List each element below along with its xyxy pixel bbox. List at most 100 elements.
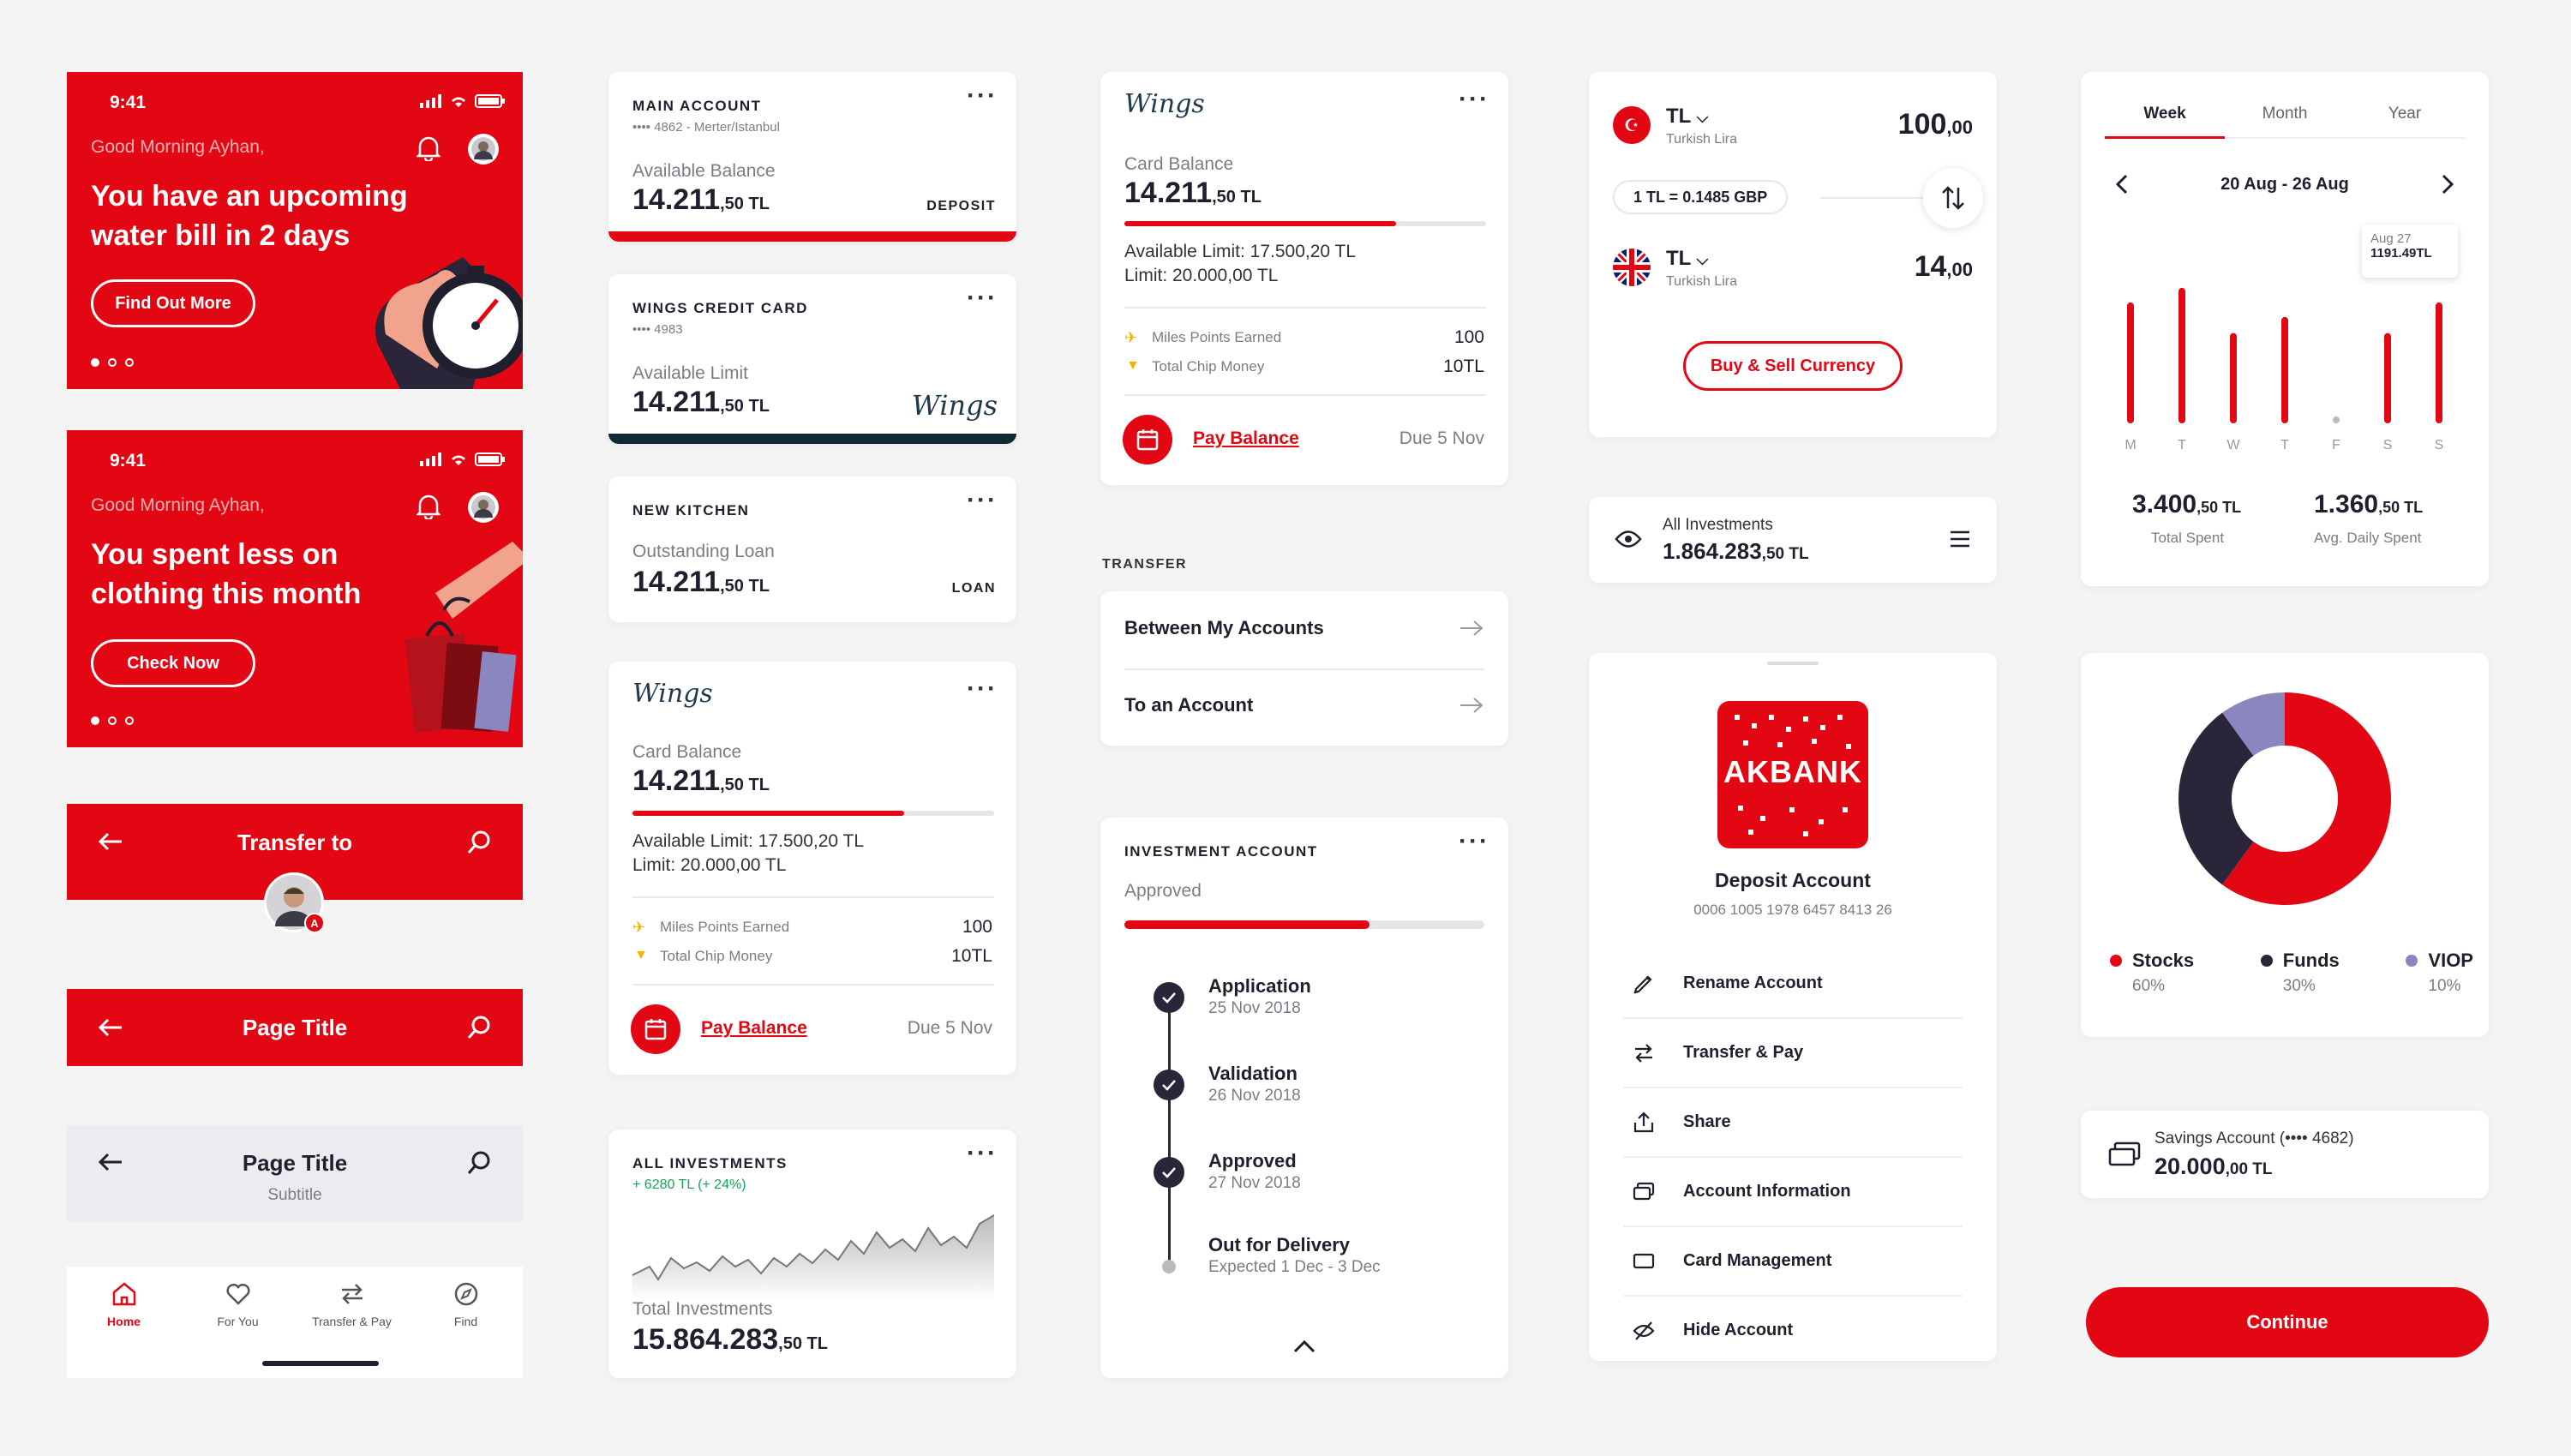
hamburger-menu-icon[interactable] xyxy=(1949,530,1971,548)
chip-value: 10TL xyxy=(951,946,992,966)
legend-pct: 60% xyxy=(2132,977,2166,995)
menu-item-card-management[interactable]: Card Management xyxy=(1623,1227,1963,1297)
menu-item-account-information[interactable]: Account Information xyxy=(1623,1158,1963,1227)
search-icon[interactable] xyxy=(466,1150,492,1176)
heart-icon xyxy=(181,1280,295,1308)
cards-icon xyxy=(1633,1182,1655,1201)
sheet-handle[interactable] xyxy=(1767,662,1819,665)
avg-spent-label: Avg. Daily Spent xyxy=(2314,530,2422,546)
find-out-more-button[interactable]: Find Out More xyxy=(91,279,255,327)
page-subtitle: Subtitle xyxy=(267,1186,322,1204)
turkey-flag-icon[interactable]: ☪ xyxy=(1613,106,1651,144)
more-icon[interactable]: ··· xyxy=(967,676,998,702)
option-label: To an Account xyxy=(1124,694,1254,716)
date-range: 20 Aug - 26 Aug xyxy=(2220,175,2349,194)
menu-item-share[interactable]: Share xyxy=(1623,1088,1963,1158)
menu-item-label: Account Information xyxy=(1683,1182,1851,1201)
credit-card-card[interactable]: WINGS CREDIT CARD ··· •••• 4983 Availabl… xyxy=(608,274,1016,444)
continue-button[interactable]: Continue xyxy=(2086,1287,2489,1357)
buy-sell-currency-button[interactable]: Buy & Sell Currency xyxy=(1683,341,1903,391)
step-title: Application xyxy=(1208,975,1311,997)
bell-icon[interactable] xyxy=(417,135,440,161)
to-amount[interactable]: 14,00 xyxy=(1915,250,1973,284)
bar-5[interactable] xyxy=(2384,333,2391,423)
transfer-option-to-account[interactable]: To an Account xyxy=(1100,668,1508,746)
status-progress-fill xyxy=(1124,920,1369,929)
to-currency-code[interactable]: TL ⌵ xyxy=(1666,247,1708,271)
bar-1[interactable] xyxy=(2178,287,2185,423)
search-icon[interactable] xyxy=(466,830,492,855)
step-date: 26 Nov 2018 xyxy=(1208,1087,1301,1105)
bottom-tab-bar: Home For You Transfer & Pay Find xyxy=(67,1267,523,1378)
step-date: 25 Nov 2018 xyxy=(1208,999,1301,1017)
tab-home[interactable]: Home xyxy=(67,1280,181,1328)
tab-month[interactable]: Month xyxy=(2225,101,2345,139)
recipient-avatar[interactable]: A xyxy=(264,872,325,933)
pager-dots[interactable] xyxy=(91,716,134,725)
menu-item-rename-account[interactable]: Rename Account xyxy=(1623,950,1963,1019)
bar-3[interactable] xyxy=(2281,316,2288,423)
calendar-icon[interactable] xyxy=(1123,415,1172,464)
avatar[interactable] xyxy=(468,492,499,523)
swap-button[interactable] xyxy=(1923,168,1983,228)
balance-label: Card Balance xyxy=(632,742,742,762)
more-icon[interactable]: ··· xyxy=(1459,87,1489,112)
weekly-spending-chart: MTWTFSS xyxy=(2125,287,2443,452)
more-icon[interactable]: ··· xyxy=(967,83,998,109)
tab-transfer-pay[interactable]: Transfer & Pay xyxy=(295,1280,409,1328)
legend-funds[interactable]: Funds 30% xyxy=(2254,950,2346,996)
avatar[interactable] xyxy=(468,134,499,165)
tooltip-date: Aug 27 xyxy=(2370,231,2412,246)
loan-card[interactable]: NEW KITCHEN ··· Outstanding Loan 14.211,… xyxy=(608,476,1016,622)
tab-for-you[interactable]: For You xyxy=(181,1280,295,1328)
bar-0[interactable] xyxy=(2127,302,2134,423)
bar-6[interactable] xyxy=(2436,302,2442,423)
limit: Limit: 20.000,00 TL xyxy=(1124,266,1279,285)
promo-headline-2: water bill in 2 days xyxy=(91,219,351,252)
tab-year[interactable]: Year xyxy=(2345,101,2465,139)
limit-progress-fill xyxy=(1124,221,1396,226)
investment-account-card[interactable]: INVESTMENT ACCOUNT ··· Approved Applicat… xyxy=(1100,818,1508,1378)
calendar-icon[interactable] xyxy=(631,1004,680,1054)
menu-item-transfer-pay[interactable]: Transfer & Pay xyxy=(1623,1019,1963,1088)
chevron-up-icon[interactable] xyxy=(1292,1339,1316,1354)
more-icon[interactable]: ··· xyxy=(967,285,998,311)
from-currency-code[interactable]: TL ⌵ xyxy=(1666,105,1708,129)
tab-week[interactable]: Week xyxy=(2105,101,2225,139)
akbank-logo: AKBANK xyxy=(1717,701,1868,848)
eye-icon[interactable] xyxy=(1615,530,1642,548)
investments-sparkline xyxy=(632,1207,994,1301)
uk-flag-icon[interactable] xyxy=(1613,249,1651,286)
legend-dot xyxy=(2110,955,2122,967)
check-now-button[interactable]: Check Now xyxy=(91,639,255,687)
chip-label: Total Chip Money xyxy=(660,948,773,964)
legend-stocks[interactable]: Stocks 60% xyxy=(2103,950,2201,996)
from-amount[interactable]: 100,00 xyxy=(1898,108,1973,141)
all-investments-summary[interactable]: All Investments 1.864.283,50 TL xyxy=(1589,497,1997,583)
chevron-right-icon[interactable] xyxy=(2441,173,2454,195)
all-investments-card[interactable]: ALL INVESTMENTS ··· + 6280 TL (+ 24%) To… xyxy=(608,1129,1016,1378)
pager-dots[interactable] xyxy=(91,358,134,367)
legend-viop[interactable]: VIOP 10% xyxy=(2399,950,2480,996)
more-icon[interactable]: ··· xyxy=(1459,829,1489,854)
savings-account-card[interactable]: Savings Account (•••• 4682) 20.000,00 TL xyxy=(2081,1111,2489,1198)
tab-find[interactable]: Find xyxy=(409,1280,523,1328)
wings-card-detail-compact[interactable]: Wings ··· Card Balance 14.211,50 TL Avai… xyxy=(1100,72,1508,485)
main-account-card[interactable]: MAIN ACCOUNT ··· •••• 4862 - Merter/Ista… xyxy=(608,72,1016,242)
page-title: Transfer to xyxy=(237,830,353,855)
bar-2[interactable] xyxy=(2230,333,2237,423)
pending-dot-icon xyxy=(1154,1251,1184,1282)
transfer-option-between-accounts[interactable]: Between My Accounts xyxy=(1100,591,1508,668)
transfer-icon xyxy=(295,1280,409,1308)
wings-card-detail[interactable]: Wings ··· Card Balance 14.211,50 TL Avai… xyxy=(608,662,1016,1075)
pay-balance-link[interactable]: Pay Balance xyxy=(1193,428,1299,449)
bell-icon[interactable] xyxy=(417,494,440,519)
timeline-step-application: Application 25 Nov 2018 xyxy=(1154,975,1311,1017)
search-icon[interactable] xyxy=(466,1015,492,1040)
more-icon[interactable]: ··· xyxy=(967,1141,998,1166)
more-icon[interactable]: ··· xyxy=(967,488,998,513)
pay-balance-link[interactable]: Pay Balance xyxy=(701,1018,807,1039)
bar-4[interactable] xyxy=(2333,416,2340,423)
page-title-navbar-light: Page Title Subtitle xyxy=(67,1126,523,1222)
menu-item-hide-account[interactable]: Hide Account xyxy=(1623,1297,1963,1366)
